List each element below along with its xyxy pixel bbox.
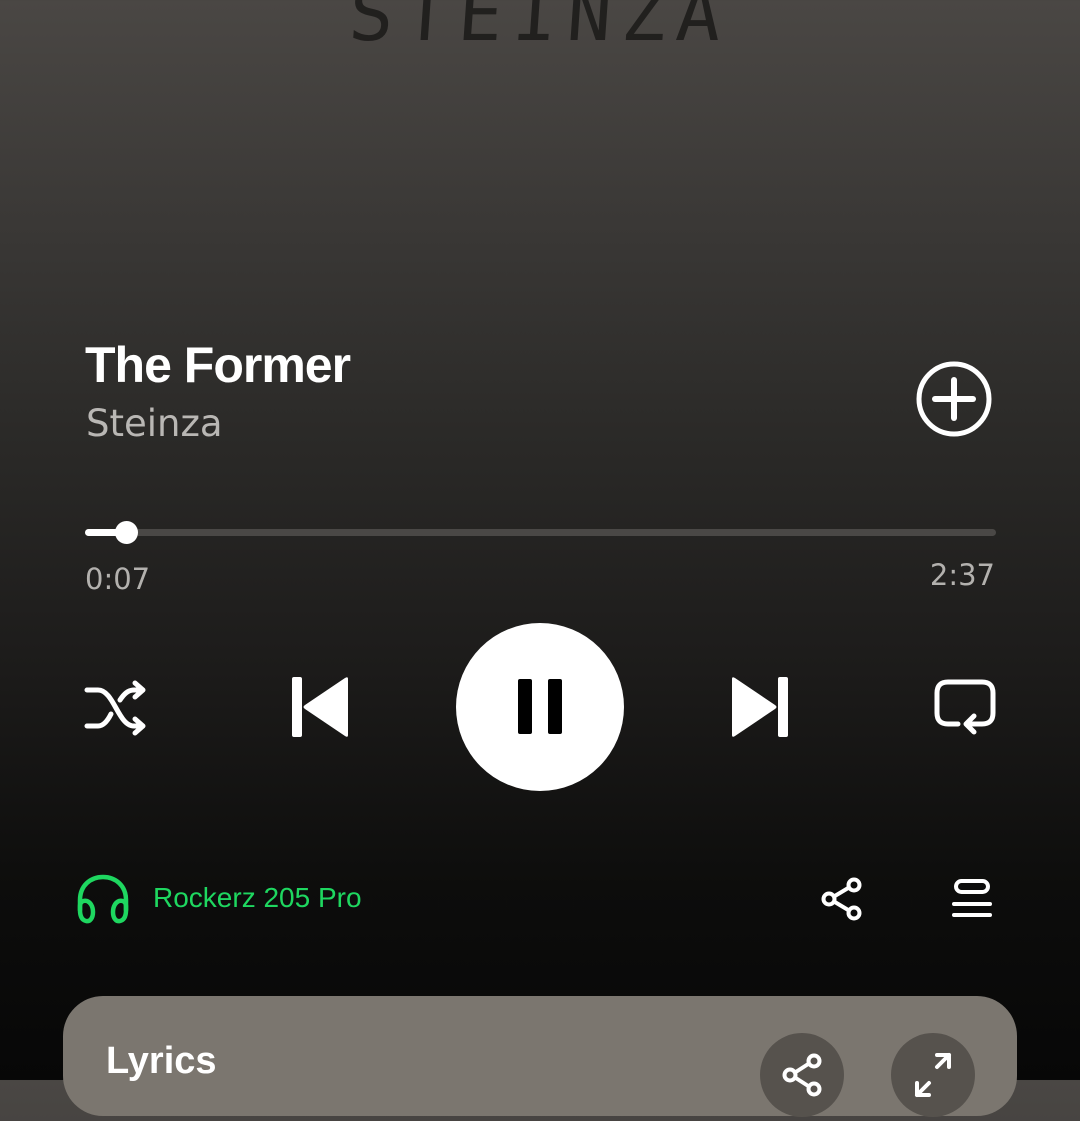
queue-icon [952,879,992,917]
previous-button[interactable] [291,676,349,738]
lyrics-share-button[interactable] [760,1033,844,1117]
skip-previous-icon [292,677,348,737]
track-title: The Former [85,337,351,393]
expand-icon [915,1053,951,1097]
share-button[interactable] [820,877,864,921]
progress-bar[interactable] [85,521,996,544]
headphones-icon [77,874,129,924]
add-to-library-button[interactable] [914,359,994,439]
album-artwork-text: STEINZA [346,0,734,58]
shuffle-icon [84,680,146,736]
elapsed-time: 0:07 [85,562,151,596]
progress-knob[interactable] [114,521,138,544]
queue-button[interactable] [952,879,992,919]
add-circle-icon [916,361,992,437]
share-icon [782,1053,822,1097]
shuffle-button[interactable] [84,680,150,736]
repeat-icon [934,679,996,735]
share-icon [821,877,862,921]
repeat-button[interactable] [934,679,996,737]
total-time: 2:37 [929,558,995,592]
next-button[interactable] [731,676,789,738]
skip-next-icon [732,677,788,737]
pause-button[interactable] [456,623,624,791]
lyrics-expand-button[interactable] [891,1033,975,1117]
device-name: Rockerz 205 Pro [153,882,362,913]
track-artist[interactable]: Steinza [86,402,223,445]
lyrics-card[interactable]: Lyrics [63,996,1017,1117]
lyrics-title: Lyrics [106,1040,217,1082]
